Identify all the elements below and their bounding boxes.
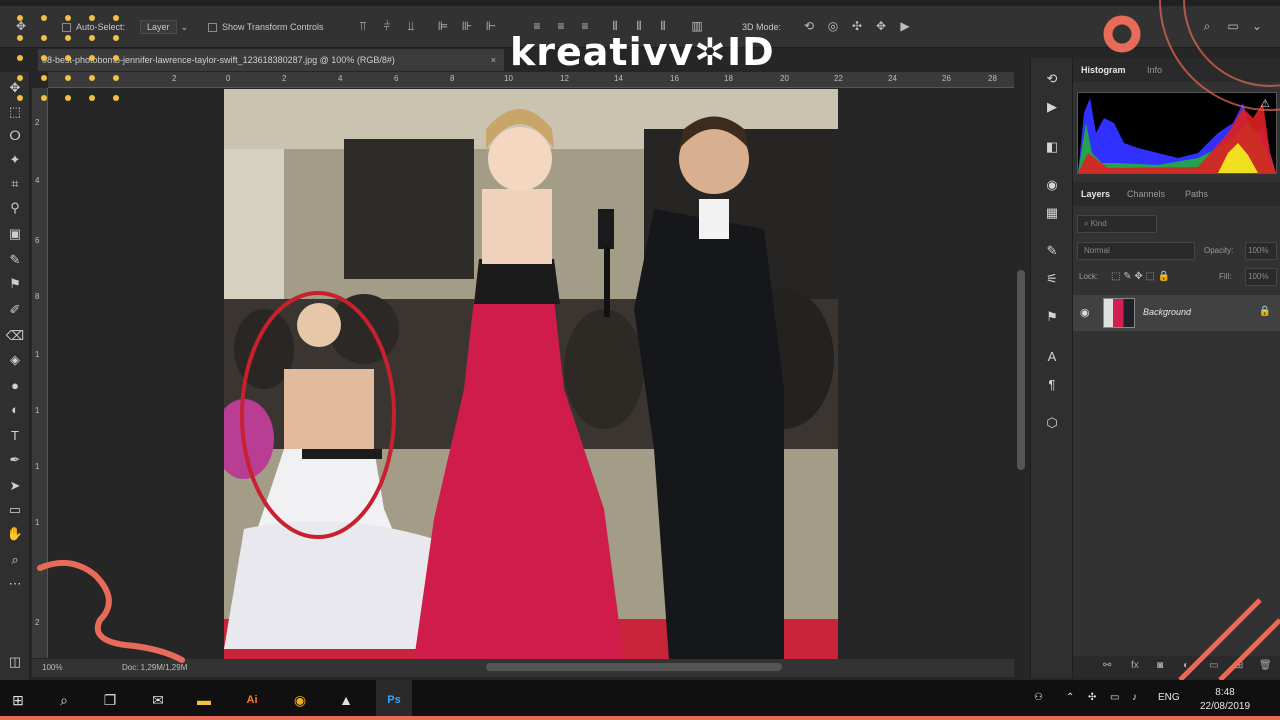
chrome-icon[interactable]: ◉ bbox=[288, 688, 312, 712]
search-icon[interactable]: ⌕ bbox=[52, 688, 76, 712]
photoshop-window: ✥ Auto-Select: Layer ⌄ Show Transform Co… bbox=[0, 0, 1280, 720]
volume-icon[interactable]: ♪ bbox=[1132, 692, 1137, 703]
mail-icon[interactable]: ✉ bbox=[146, 688, 170, 712]
clock-time: 8:48 bbox=[1215, 687, 1235, 698]
file-explorer-icon[interactable]: ▬ bbox=[192, 688, 216, 712]
windows-taskbar: ⊞ ⌕ ❐ ✉ ▬ Ai ◉ ▲ Ps ⚇ ⌃ ✣ ▭ ♪ ENG 8:48 2… bbox=[0, 680, 1280, 720]
clock-date: 22/08/2019 bbox=[1199, 701, 1251, 712]
ring-decoration bbox=[1103, 15, 1141, 53]
illustrator-icon[interactable]: Ai bbox=[240, 688, 264, 712]
chevron-up-icon[interactable]: ⌃ bbox=[1066, 692, 1074, 703]
task-view-icon[interactable]: ❐ bbox=[98, 688, 122, 712]
network-icon[interactable]: ✣ bbox=[1088, 692, 1096, 703]
accent-stripe bbox=[0, 716, 1280, 720]
photoshop-icon[interactable]: Ps bbox=[382, 688, 406, 712]
people-icon[interactable]: ⚇ bbox=[1034, 692, 1043, 703]
squiggle-decoration bbox=[37, 559, 185, 663]
photos-icon[interactable]: ▲ bbox=[334, 688, 358, 712]
system-clock[interactable]: 8:48 22/08/2019 bbox=[1190, 686, 1260, 714]
dot-grid-decoration bbox=[17, 15, 119, 101]
windows-start-icon[interactable]: ⊞ bbox=[6, 688, 30, 712]
stripe-decoration bbox=[1178, 598, 1262, 682]
battery-icon[interactable]: ▭ bbox=[1110, 692, 1119, 703]
language-indicator[interactable]: ENG bbox=[1158, 692, 1180, 703]
decorative-overlay bbox=[17, 0, 1280, 682]
